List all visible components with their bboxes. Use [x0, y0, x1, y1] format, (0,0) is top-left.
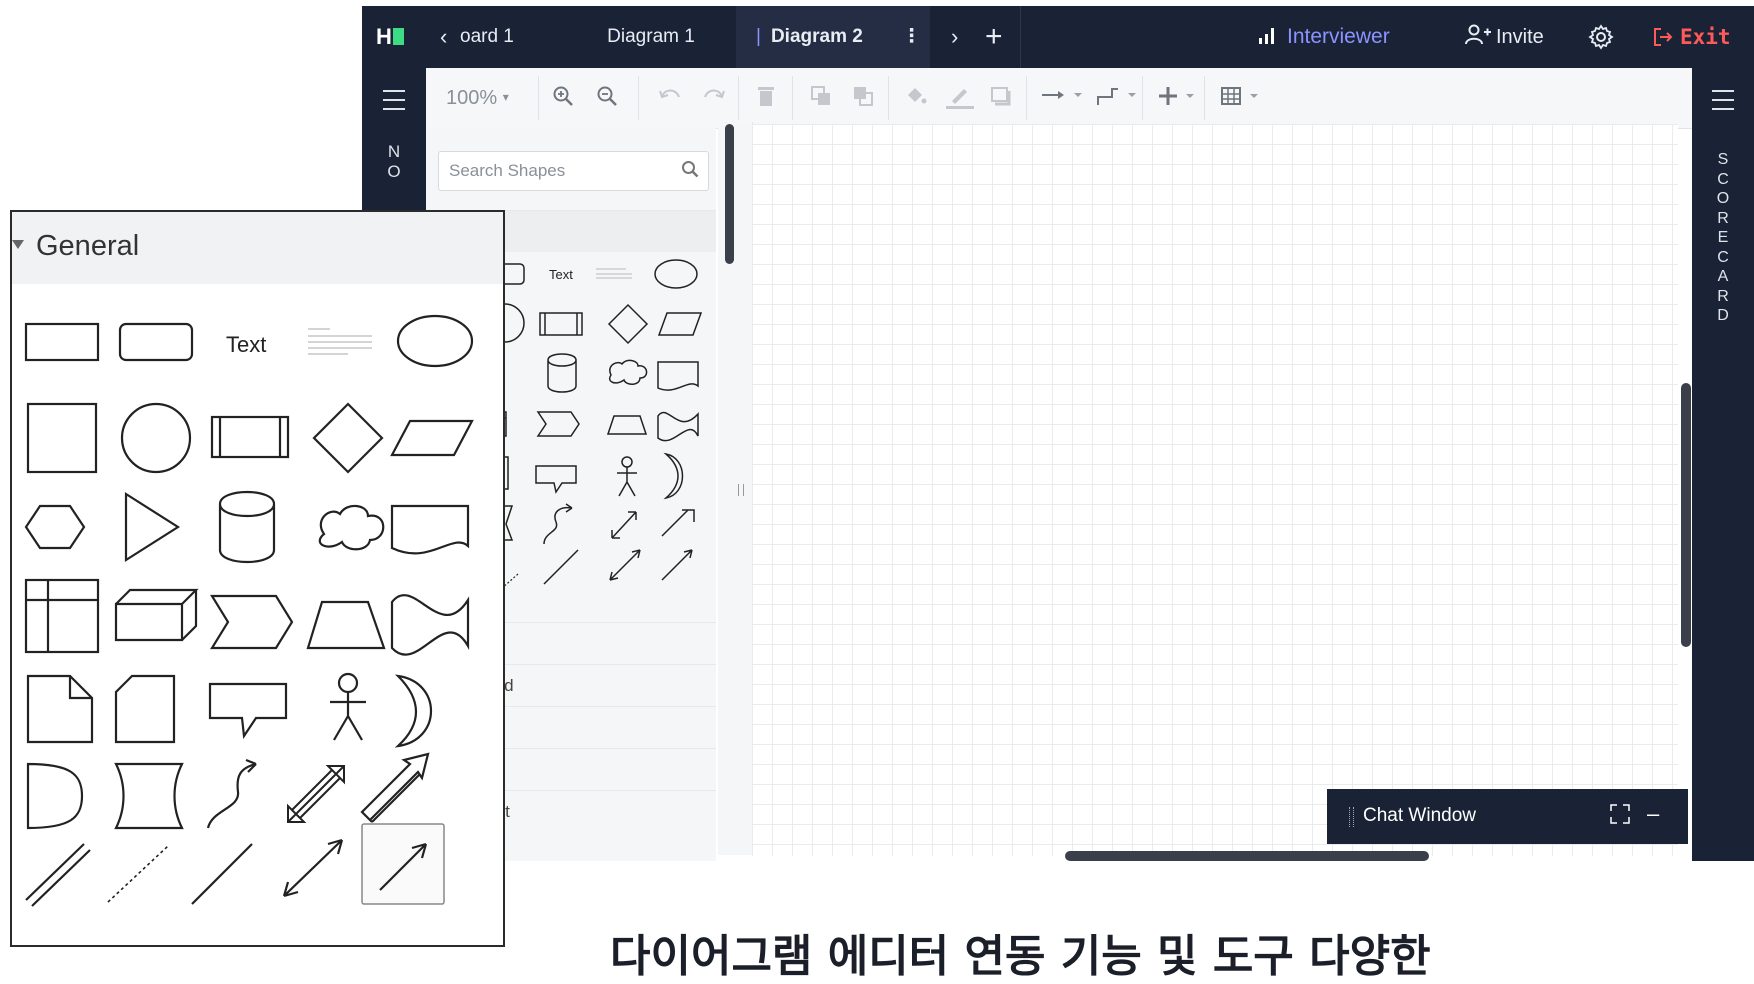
tab-diagram-1[interactable]: Diagram 1 — [566, 6, 736, 68]
connection-style-icon[interactable] — [1040, 85, 1088, 105]
toolbar: 100% ▾ — [426, 68, 1692, 129]
canvas-horizontal-scrollbar[interactable] — [1065, 851, 1429, 861]
zoom-in-icon[interactable] — [552, 85, 574, 107]
exit-icon — [1654, 28, 1673, 46]
general-shapes-zoom-panel: General Text — [10, 210, 505, 947]
waypoints-icon[interactable] — [1094, 85, 1142, 107]
scorecard-tab[interactable]: SCORECARD — [1713, 150, 1733, 326]
search-icon — [681, 160, 699, 178]
tab-diagram-2[interactable]: | Diagram 2 ⋮ — [736, 6, 930, 68]
canvas-vertical-scrollbar[interactable] — [1681, 383, 1691, 647]
fill-color-icon[interactable] — [904, 85, 928, 107]
bars-icon — [1259, 28, 1277, 44]
chat-window-title: Chat Window — [1363, 805, 1476, 826]
tab-more-icon[interactable]: ⋮ — [902, 6, 921, 68]
delete-icon[interactable] — [756, 85, 776, 107]
top-bar: H ‹ oard 1 Diagram 1 | Diagram 2 ⋮ › + In… — [362, 6, 1754, 68]
redo-icon[interactable] — [702, 85, 726, 105]
diagram-canvas[interactable] — [752, 124, 1678, 856]
shadow-icon[interactable] — [990, 85, 1012, 107]
left-rail-label[interactable]: NO — [384, 142, 404, 182]
right-rail: SCORECARD — [1692, 68, 1754, 861]
tab-board-1[interactable]: oard 1 — [456, 6, 570, 68]
caption-text: 다이어그램 에디터 연동 기능 및 도구 다양한 — [610, 931, 1431, 982]
table-icon[interactable] — [1220, 85, 1264, 107]
expand-icon[interactable] — [1609, 803, 1631, 825]
zoom-select[interactable]: 100% ▾ — [446, 87, 509, 110]
add-user-icon — [1465, 24, 1491, 45]
gear-icon[interactable] — [1588, 24, 1614, 50]
undo-icon[interactable] — [658, 85, 682, 105]
bring-to-front-icon[interactable] — [810, 85, 834, 107]
drag-handle-icon[interactable] — [1349, 807, 1354, 827]
chat-window[interactable]: Chat Window – — [1327, 789, 1688, 844]
sidebar-splitter[interactable] — [718, 122, 753, 855]
send-to-back-icon[interactable] — [852, 85, 876, 107]
interviewer-button[interactable]: Interviewer — [1259, 6, 1390, 68]
minimize-icon[interactable]: – — [1647, 801, 1659, 827]
invite-button[interactable]: Invite — [1464, 6, 1544, 68]
tab-scroll-left-icon[interactable]: ‹ — [440, 6, 447, 68]
general-section-header[interactable]: General — [12, 212, 503, 284]
general-shape-grid[interactable]: Text — [12, 284, 503, 947]
shapes-scrollbar[interactable] — [725, 124, 734, 264]
line-color-icon[interactable] — [946, 85, 974, 109]
collapse-triangle-icon[interactable] — [12, 240, 24, 249]
zoom-out-icon[interactable] — [596, 85, 618, 107]
menu-icon[interactable] — [383, 90, 405, 110]
menu-icon[interactable] — [1712, 90, 1734, 110]
app-logo[interactable]: H — [376, 24, 404, 50]
insert-icon[interactable] — [1156, 85, 1200, 107]
add-tab-icon[interactable]: + — [985, 6, 1003, 68]
search-input[interactable]: Search Shapes — [438, 151, 709, 191]
svg-text:Text: Text — [226, 332, 266, 357]
svg-text:Text: Text — [549, 267, 573, 282]
exit-button[interactable]: Exit — [1652, 6, 1731, 68]
tab-scroll-right-icon[interactable]: › — [951, 6, 958, 68]
